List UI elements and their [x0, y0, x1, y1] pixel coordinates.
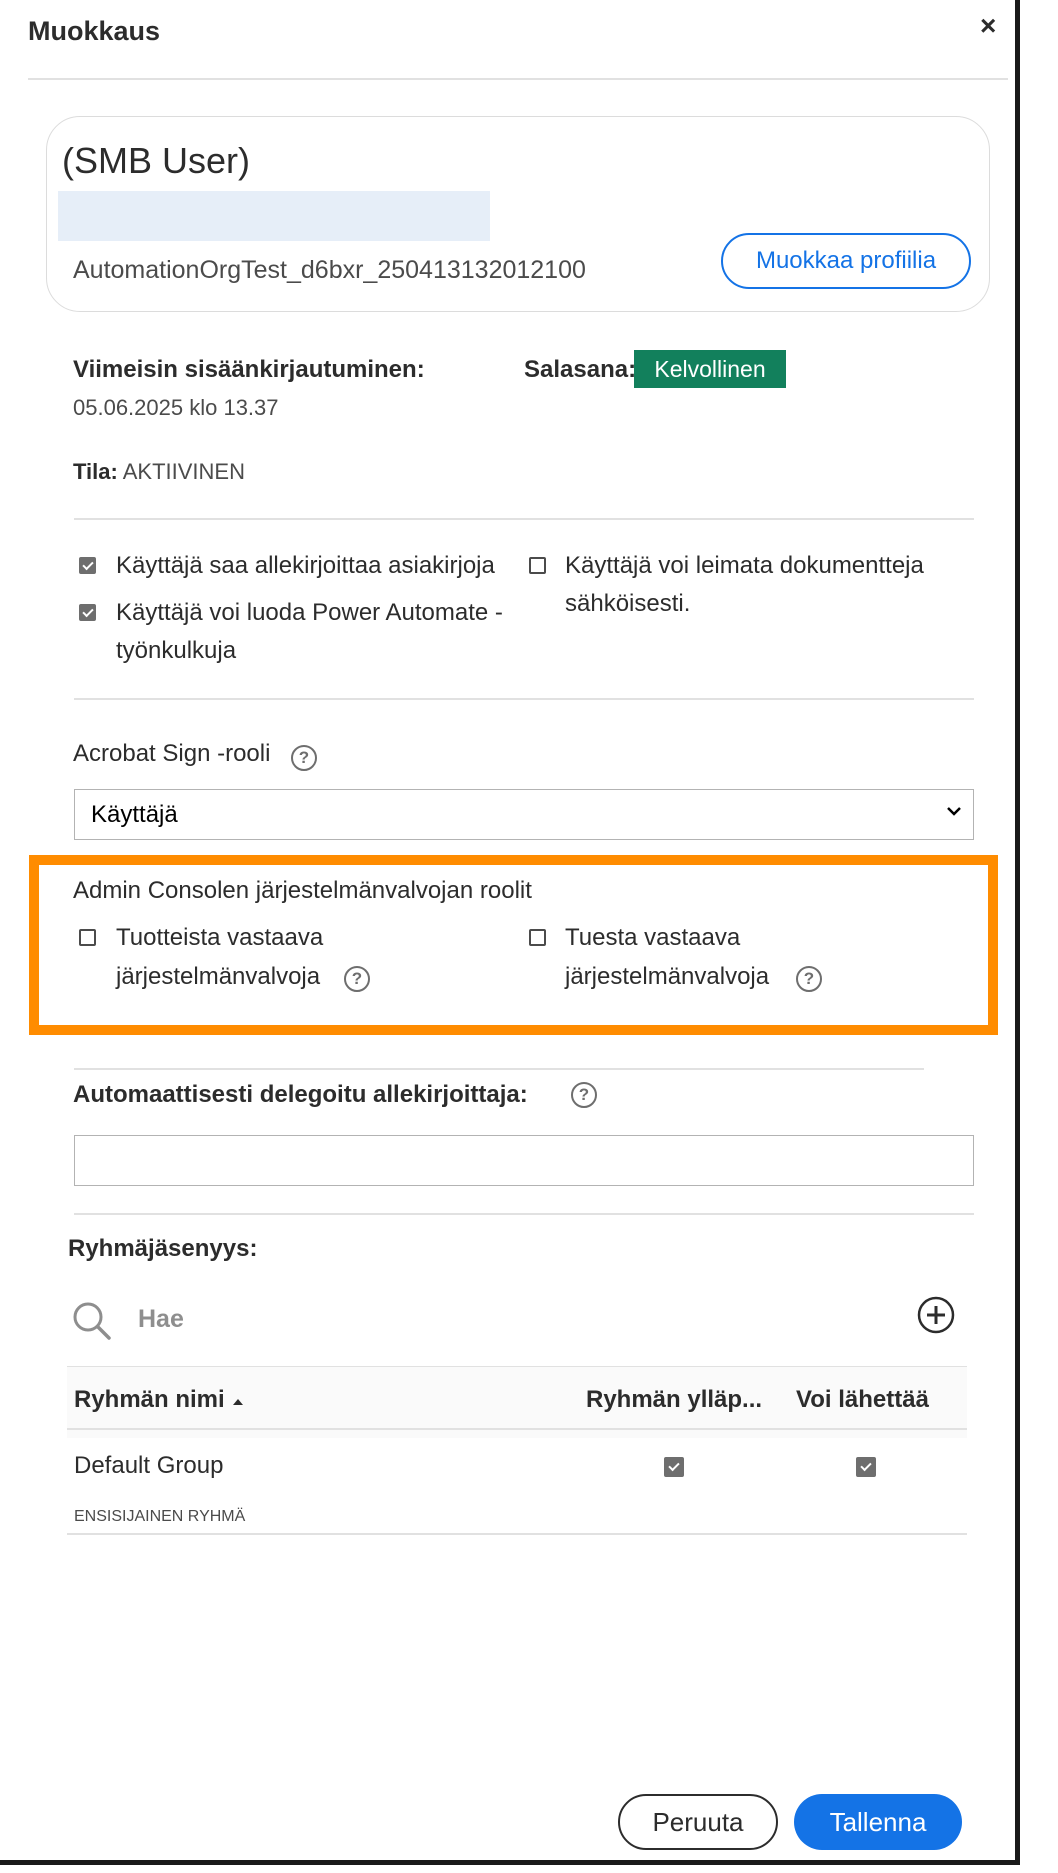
search-icon	[73, 1302, 111, 1340]
product-admin-checkbox[interactable]	[79, 929, 96, 946]
product-admin-label-2: järjestelmänvalvoja	[116, 963, 321, 990]
stamp-documents-label: Käyttäjä voi leimata dokumentteja	[565, 552, 924, 579]
sign-documents-checkbox[interactable]	[79, 557, 96, 574]
divider	[74, 518, 974, 520]
power-automate-checkbox[interactable]	[79, 604, 96, 621]
column-header-group-name[interactable]: Ryhmän nimi	[74, 1386, 225, 1414]
support-admin-label: Tuesta vastaava	[565, 924, 741, 951]
sign-role-label: Acrobat Sign -rooli	[73, 740, 271, 767]
divider	[74, 1213, 974, 1215]
save-button[interactable]: Tallenna	[794, 1794, 962, 1850]
org-name: AutomationOrgTest_d6bxr_250413132012100	[73, 256, 586, 284]
status-row: Tila: AKTIIVINEN	[73, 459, 245, 485]
group-search-input[interactable]: Hae	[138, 1305, 184, 1334]
edit-profile-button[interactable]: Muokkaa profiilia	[721, 233, 971, 289]
delegate-input[interactable]	[74, 1135, 974, 1186]
close-icon[interactable]: ×	[980, 10, 996, 42]
column-header-can-send[interactable]: Voi lähettää	[796, 1386, 929, 1414]
status-value: AKTIIVINEN	[122, 459, 245, 484]
support-admin-label-2: järjestelmänvalvoja	[565, 963, 770, 990]
divider	[74, 698, 974, 700]
user-name: (SMB User)	[62, 140, 250, 181]
sign-role-select[interactable]: Käyttäjä	[74, 789, 974, 840]
redacted-email	[58, 191, 490, 241]
product-admin-label: Tuotteista vastaava	[116, 924, 324, 951]
sign-role-selected: Käyttäjä	[91, 800, 178, 828]
can-send-checkbox[interactable]	[856, 1457, 876, 1477]
help-icon[interactable]: ?	[291, 745, 317, 771]
admin-roles-heading: Admin Consolen järjestelmänvalvojan rool…	[73, 877, 532, 904]
add-group-icon[interactable]	[916, 1295, 956, 1335]
group-row-name[interactable]: Default Group	[74, 1452, 223, 1480]
divider	[74, 1068, 924, 1070]
edit-user-dialog: Muokkaus × (SMB User) AutomationOrgTest_…	[0, 0, 1020, 1865]
cancel-button[interactable]: Peruuta	[618, 1794, 778, 1850]
password-status-badge: Kelvollinen	[634, 350, 786, 388]
column-header-group-admin[interactable]: Ryhmän ylläp...	[586, 1386, 762, 1414]
divider	[67, 1533, 967, 1535]
sort-ascending-icon[interactable]	[232, 1395, 244, 1407]
password-label: Salasana:	[524, 356, 637, 383]
stamp-documents-label-2: sähköisesti.	[565, 590, 691, 617]
power-automate-label-2: työnkulkuja	[116, 637, 237, 664]
status-label: Tila:	[73, 459, 118, 484]
divider	[67, 1428, 967, 1430]
help-icon[interactable]: ?	[344, 966, 370, 992]
stamp-documents-checkbox[interactable]	[529, 557, 546, 574]
dialog-title: Muokkaus	[28, 16, 161, 46]
sign-documents-label: Käyttäjä saa allekirjoittaa asiakirjoja	[116, 552, 495, 579]
last-login-label: Viimeisin sisäänkirjautuminen:	[73, 356, 425, 383]
delegate-label: Automaattisesti delegoitu allekirjoittaj…	[73, 1081, 528, 1108]
divider	[28, 78, 1008, 80]
last-login-value: 05.06.2025 klo 13.37	[73, 395, 279, 420]
power-automate-label: Käyttäjä voi luoda Power Automate -	[116, 599, 503, 626]
chevron-down-icon	[947, 807, 961, 816]
primary-group-label: ENSISIJAINEN RYHMÄ	[74, 1508, 246, 1525]
help-icon[interactable]: ?	[571, 1082, 597, 1108]
groups-heading: Ryhmäjäsenyys:	[68, 1235, 258, 1262]
support-admin-checkbox[interactable]	[529, 929, 546, 946]
group-admin-checkbox[interactable]	[664, 1457, 684, 1477]
help-icon[interactable]: ?	[796, 966, 822, 992]
